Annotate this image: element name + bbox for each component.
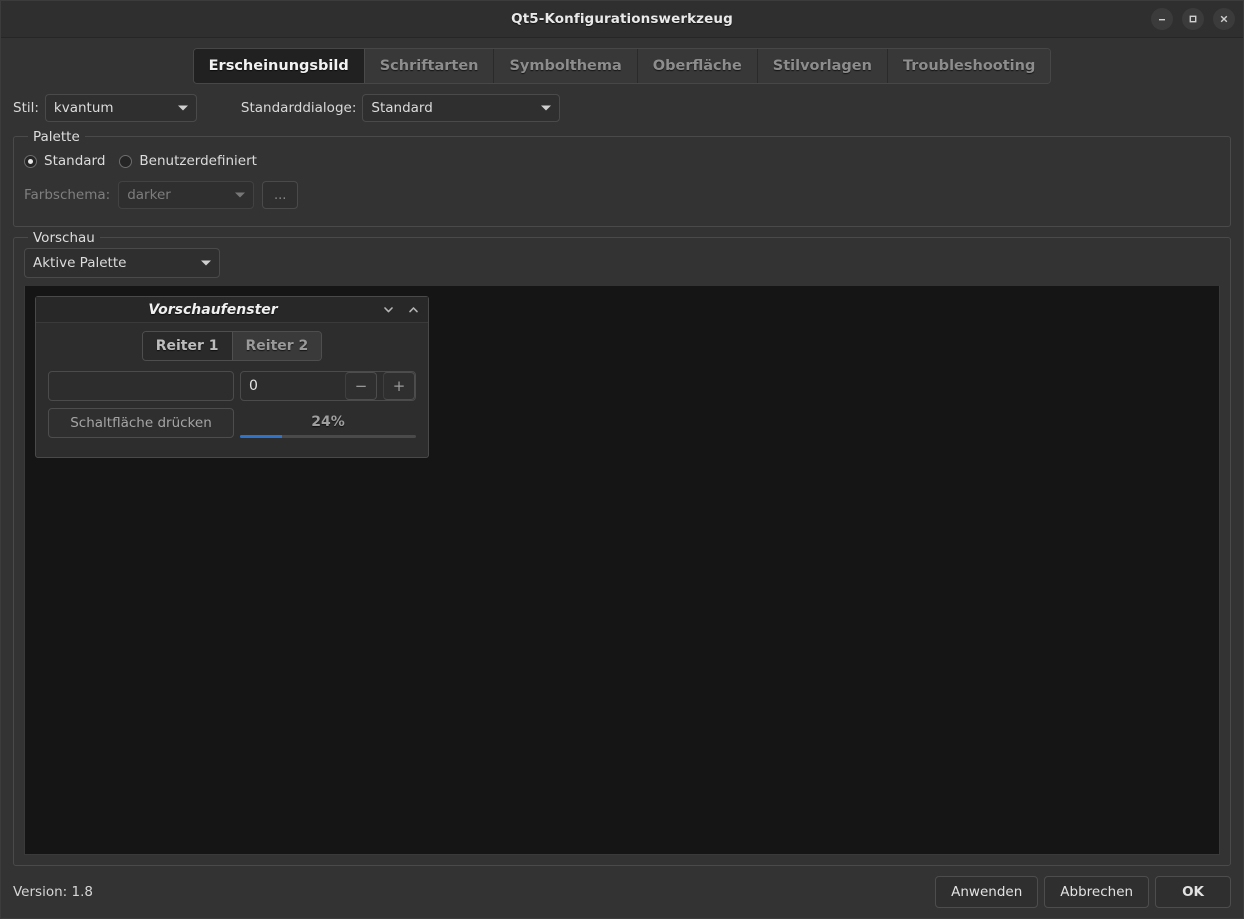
color-scheme-combobox-value: darker xyxy=(127,187,171,203)
preview-button-row: Schaltfläche drücken 24% xyxy=(48,408,416,438)
preview-tab-2[interactable]: Reiter 2 xyxy=(233,332,322,360)
chevron-down-icon xyxy=(235,193,245,198)
preview-window-controls xyxy=(382,303,420,316)
palette-radio-custom[interactable]: Benutzerdefiniert xyxy=(119,153,257,169)
color-scheme-combobox[interactable]: darker xyxy=(118,181,254,209)
style-combobox[interactable]: kvantum xyxy=(45,94,197,122)
chevron-down-icon xyxy=(201,261,211,266)
close-button[interactable] xyxy=(1213,8,1235,30)
chevron-up-icon[interactable] xyxy=(407,303,420,316)
preview-groupbox-title: Vorschau xyxy=(28,230,100,246)
tabbar-wrapper: Erscheinungsbild Schriftarten Symbolthem… xyxy=(1,38,1243,84)
dialogs-label: Standarddialoge: xyxy=(241,100,356,116)
cancel-button[interactable]: Abbrechen xyxy=(1044,876,1149,908)
color-scheme-browse-button[interactable]: ... xyxy=(262,181,298,209)
style-row: Stil: kvantum Standarddialoge: Standard xyxy=(1,84,1243,128)
preview-window-titlebar: Vorschaufenster xyxy=(36,297,428,323)
radio-dot-icon xyxy=(119,155,132,168)
preview-spinbox[interactable]: 0 − + xyxy=(240,371,416,401)
window-title: Qt5-Konfigurationswerkzeug xyxy=(1,11,1243,27)
preview-window-title: Vorschaufenster xyxy=(44,302,382,318)
palette-groupbox: Palette Standard Benutzerdefiniert Farbs… xyxy=(13,136,1231,227)
spinbox-decrement-button[interactable]: − xyxy=(345,372,377,400)
tab-erscheinungsbild[interactable]: Erscheinungsbild xyxy=(194,49,365,83)
version-label: Version: 1.8 xyxy=(13,884,93,900)
chevron-down-icon xyxy=(541,106,551,111)
dialogs-combobox[interactable]: Standard xyxy=(362,94,560,122)
footer-bar: Version: 1.8 Anwenden Abbrechen OK xyxy=(1,866,1243,918)
palette-radio-default[interactable]: Standard xyxy=(24,153,105,169)
maximize-icon xyxy=(1188,14,1198,24)
preview-line-edit[interactable] xyxy=(48,371,234,401)
preview-tabs: Reiter 1 Reiter 2 xyxy=(48,331,416,361)
preview-groupbox: Vorschau Aktive Palette Vorschaufenster xyxy=(13,237,1231,866)
preview-progress-track xyxy=(240,435,416,438)
preview-palette-combobox[interactable]: Aktive Palette xyxy=(24,248,220,278)
preview-progressbar: 24% xyxy=(240,408,416,438)
color-scheme-label: Farbschema: xyxy=(24,187,110,203)
preview-spinbox-value: 0 xyxy=(241,378,339,394)
radio-dot-icon xyxy=(24,155,37,168)
preview-tab-1[interactable]: Reiter 1 xyxy=(143,332,233,360)
palette-groupbox-title: Palette xyxy=(28,129,85,145)
close-icon xyxy=(1219,14,1229,24)
ok-button[interactable]: OK xyxy=(1155,876,1231,908)
spinbox-increment-button[interactable]: + xyxy=(383,372,415,400)
apply-button[interactable]: Anwenden xyxy=(935,876,1038,908)
palette-radio-row: Standard Benutzerdefiniert xyxy=(24,153,1220,169)
window-controls xyxy=(1151,8,1235,30)
chevron-down-icon[interactable] xyxy=(382,303,395,316)
chevron-down-icon xyxy=(178,106,188,111)
main-window: Qt5-Konfigurationswerkzeug Erscheinungsb xyxy=(0,0,1244,919)
maximize-button[interactable] xyxy=(1182,8,1204,30)
preview-tabrow: Reiter 1 Reiter 2 xyxy=(142,331,323,361)
preview-palette-combobox-value: Aktive Palette xyxy=(33,255,126,271)
preview-push-button[interactable]: Schaltfläche drücken xyxy=(48,408,234,438)
tab-troubleshooting[interactable]: Troubleshooting xyxy=(888,49,1050,83)
preview-window-body: Reiter 1 Reiter 2 0 − + Schaltfläc xyxy=(36,323,428,457)
preview-input-row: 0 − + xyxy=(48,371,416,401)
tab-stilvorlagen[interactable]: Stilvorlagen xyxy=(758,49,888,83)
preview-window: Vorschaufenster Reiter 1 xyxy=(35,296,429,458)
minimize-icon xyxy=(1157,14,1167,24)
tab-oberflaeche[interactable]: Oberfläche xyxy=(638,49,758,83)
tab-schriftarten[interactable]: Schriftarten xyxy=(365,49,495,83)
palette-radio-default-label: Standard xyxy=(44,153,105,169)
color-scheme-row: Farbschema: darker ... xyxy=(24,181,1220,209)
minimize-button[interactable] xyxy=(1151,8,1173,30)
preview-progress-fill xyxy=(240,435,282,438)
tab-symbolthema[interactable]: Symbolthema xyxy=(494,49,637,83)
titlebar: Qt5-Konfigurationswerkzeug xyxy=(1,1,1243,38)
palette-radio-custom-label: Benutzerdefiniert xyxy=(139,153,257,169)
preview-canvas: Vorschaufenster Reiter 1 xyxy=(24,286,1220,855)
style-label: Stil: xyxy=(13,100,39,116)
style-combobox-value: kvantum xyxy=(54,100,114,116)
dialogs-combobox-value: Standard xyxy=(371,100,432,116)
preview-progress-text: 24% xyxy=(240,414,416,431)
tabbar: Erscheinungsbild Schriftarten Symbolthem… xyxy=(193,48,1052,84)
